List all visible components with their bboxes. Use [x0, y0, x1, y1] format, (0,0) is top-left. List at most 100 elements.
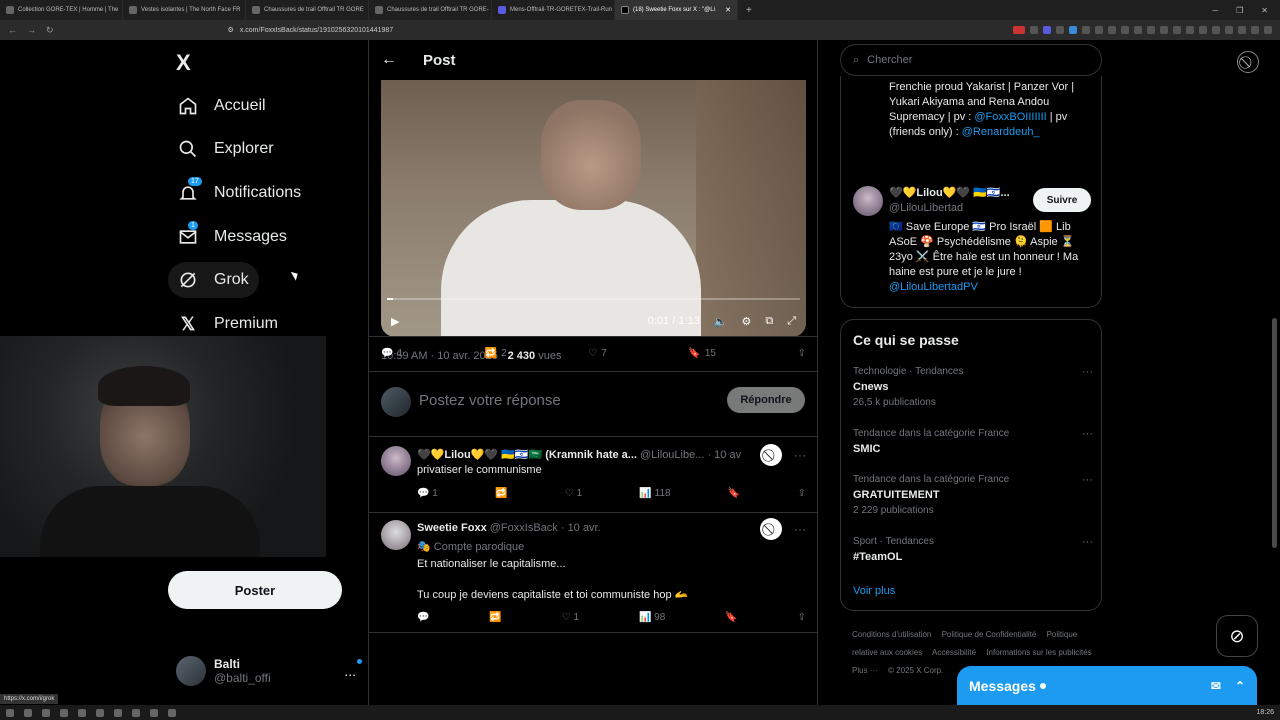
share-icon[interactable]: ⇪ [798, 488, 806, 499]
reply-tweet[interactable]: Sweetie Foxx @FoxxIsBack · 10 avr. ⃠ ···… [381, 518, 806, 630]
trend-item[interactable]: Technologie · Tendances Cnews 26,5 k pub… [853, 366, 1093, 408]
picture-in-picture-icon[interactable]: ⧉ [765, 315, 773, 328]
extension-icon[interactable] [1251, 26, 1259, 34]
forward-nav-icon[interactable]: → [27, 25, 36, 36]
share-action[interactable]: ⇪ [798, 348, 806, 359]
scrollbar[interactable] [1272, 318, 1277, 548]
extension-icon[interactable] [1147, 26, 1155, 34]
like-action[interactable]: ♡ 7 [588, 348, 607, 359]
more-icon[interactable]: ··· [1082, 474, 1093, 486]
extension-icon[interactable] [1134, 26, 1142, 34]
like-action[interactable]: ♡ 1 [565, 488, 582, 499]
more-icon[interactable]: ··· [1082, 536, 1093, 548]
trend-item[interactable]: Tendance dans la catégorie France SMIC ·… [853, 428, 1093, 455]
back-nav-icon[interactable]: ← [8, 25, 17, 36]
bookmark-icon[interactable]: 🔖 [725, 612, 737, 623]
search-input[interactable]: ⌕ Chercher [840, 44, 1102, 76]
extension-icon[interactable] [1121, 26, 1129, 34]
browser-tab[interactable]: Chaussures de trail Offtrail TR GORE [246, 0, 369, 20]
reply-icon[interactable]: 💬 [417, 612, 429, 623]
reply-action[interactable]: 💬 1 [381, 348, 403, 359]
back-arrow-icon[interactable]: ← [381, 51, 397, 69]
app-icon[interactable] [78, 708, 86, 717]
footer-link[interactable]: Plus ··· [852, 666, 878, 675]
new-message-icon[interactable]: ✉ [1211, 679, 1221, 693]
block-icon[interactable]: ⃠ [760, 444, 782, 466]
app-icon[interactable] [114, 708, 122, 717]
new-tab-button[interactable]: + [738, 5, 760, 16]
footer-link[interactable]: Conditions d'utilisation [852, 630, 931, 639]
like-action[interactable]: ♡ 1 [562, 612, 579, 623]
sidebar-item-home[interactable]: Accueil [168, 88, 276, 124]
close-tab-icon[interactable]: ✕ [725, 6, 731, 14]
views-action[interactable]: 📊 98 [639, 612, 665, 623]
extension-icon[interactable] [1030, 26, 1038, 34]
more-icon[interactable]: ... [344, 659, 362, 679]
extension-icon[interactable] [1082, 26, 1090, 34]
extension-icon[interactable] [1212, 26, 1220, 34]
x-logo-icon[interactable]: X [176, 50, 191, 76]
reply-tweet[interactable]: 🖤💛Lilou💛🖤 🇺🇦🇮🇱🇸🇦 (Kramnik hate a... @Lil… [381, 444, 806, 511]
follow-button[interactable]: Suivre [1033, 188, 1091, 212]
sidebar-item-grok[interactable]: Grok [168, 262, 259, 298]
account-switcher[interactable]: Balti @balti_offi ... [176, 654, 362, 688]
repost-action[interactable]: 🔁 2 [485, 348, 507, 359]
bio-link[interactable]: @Renarddeuh_ [962, 126, 1040, 138]
settings-icon[interactable]: ⚙ [741, 315, 751, 328]
bio-link[interactable]: @LilouLibertadPV [889, 280, 1089, 295]
bookmark-icon[interactable]: 🔖 [728, 488, 740, 499]
chevron-up-icon[interactable]: ⌃ [1235, 679, 1245, 693]
video-player[interactable]: ▶ 0:01 / 1:13 🔈 ⚙ ⧉ ⤢ [381, 80, 806, 337]
share-icon[interactable]: ⇪ [798, 612, 806, 623]
footer-link[interactable]: Accessibilité [932, 648, 976, 657]
footer-link[interactable]: Politique de Confidentialité [942, 630, 1037, 639]
extension-icon[interactable] [1056, 26, 1064, 34]
search-icon[interactable] [24, 708, 32, 717]
reply-button[interactable]: Répondre [727, 387, 805, 413]
extension-icon[interactable] [1069, 26, 1077, 34]
repost-icon[interactable]: 🔁 [489, 612, 501, 623]
extension-icon[interactable] [1013, 26, 1025, 34]
close-window-icon[interactable]: ✕ [1261, 6, 1268, 15]
fullscreen-icon[interactable]: ⤢ [787, 315, 796, 328]
volume-icon[interactable]: 🔈 [714, 315, 728, 328]
browser-tab[interactable]: Vestes isolantes | The North Face FR [123, 0, 246, 20]
extension-icon[interactable] [1225, 26, 1233, 34]
block-icon[interactable]: ⃠ [760, 518, 782, 540]
extension-icon[interactable] [1173, 26, 1181, 34]
restore-icon[interactable]: ❐ [1236, 6, 1243, 15]
extension-icon[interactable] [1108, 26, 1116, 34]
extension-icon[interactable] [1043, 26, 1051, 34]
site-info-icon[interactable]: ⚙ [228, 26, 234, 34]
more-icon[interactable]: ··· [794, 522, 806, 536]
browser-tab[interactable]: Collection GORE-TEX | Homme | The [0, 0, 123, 20]
browser-tab-active[interactable]: (18) Sweetie Foxx sur X : "@Li ✕ [615, 0, 738, 20]
bio-link[interactable]: @FoxxBOIIIIIII [974, 111, 1046, 123]
avatar[interactable] [853, 186, 883, 216]
extension-icon[interactable] [1199, 26, 1207, 34]
app-icon[interactable] [96, 708, 104, 717]
show-more-link[interactable]: Voir plus [853, 585, 895, 597]
extension-icon[interactable] [1186, 26, 1194, 34]
video-progress-bar[interactable] [387, 298, 800, 300]
taskview-icon[interactable] [42, 708, 50, 717]
sidebar-item-notifications[interactable]: 17 Notifications [168, 175, 311, 211]
reply-input[interactable]: Postez votre réponse [419, 392, 561, 409]
more-icon[interactable]: ··· [1082, 366, 1093, 378]
minimize-icon[interactable]: ─ [1212, 6, 1218, 15]
play-icon[interactable]: ▶ [391, 315, 399, 328]
start-icon[interactable] [6, 708, 14, 717]
block-icon[interactable]: ⃠ [1237, 51, 1259, 73]
browser-tab[interactable]: Mens-Offtrail-TR-GORETEX-Trail-Run [492, 0, 615, 20]
bookmark-action[interactable]: 🔖 15 [688, 348, 716, 359]
browser-tab[interactable]: Chaussures de trail Offtrail TR GORE- [369, 0, 492, 20]
app-icon[interactable] [150, 708, 158, 717]
footer-link[interactable]: Informations sur les publicités [986, 648, 1091, 657]
views-action[interactable]: 📊 118 [639, 488, 670, 499]
extension-icon[interactable] [1095, 26, 1103, 34]
app-icon[interactable] [132, 708, 140, 717]
extension-icon[interactable] [1238, 26, 1246, 34]
more-icon[interactable]: ··· [794, 448, 806, 462]
app-icon[interactable] [168, 708, 176, 717]
extension-icon[interactable] [1160, 26, 1168, 34]
